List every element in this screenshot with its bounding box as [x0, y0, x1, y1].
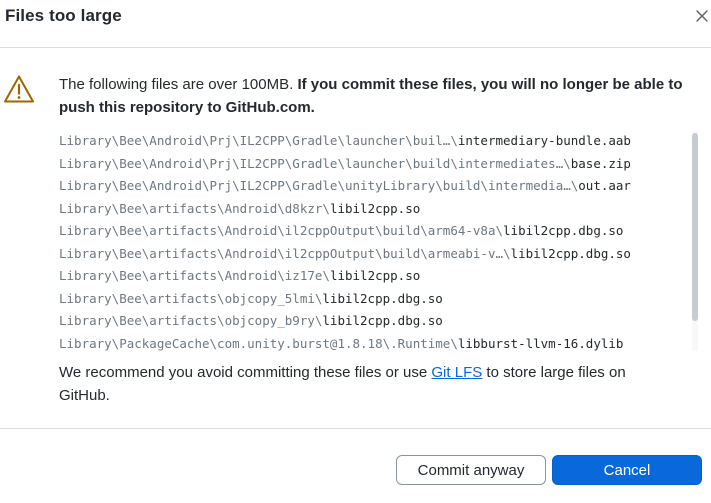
dialog-header: Files too large	[0, 0, 711, 48]
file-name: base.zip	[570, 155, 631, 171]
file-directory-path: Library\Bee\artifacts\Android\d8kzr\	[59, 200, 330, 216]
dialog-title: Files too large	[5, 6, 122, 25]
commit-anyway-button[interactable]: Commit anyway	[396, 455, 546, 485]
file-name: out.aar	[578, 178, 631, 193]
large-file-list[interactable]: Library\Bee\Android\Prj\IL2CPP\Gradle\la…	[59, 130, 699, 352]
file-directory-path: Library\Bee\Android\Prj\IL2CPP\Gradle\la…	[59, 155, 571, 171]
file-list-item: Library\Bee\Android\Prj\IL2CPP\Gradle\la…	[59, 153, 699, 176]
file-directory-path: Library\Bee\artifacts\objcopy_5lmi\	[59, 290, 323, 306]
file-directory-path: Library\Bee\artifacts\objcopy_b9ry\	[59, 313, 323, 328]
file-name: libil2cpp.so	[329, 200, 421, 216]
file-list-item: Library\Bee\artifacts\Android\il2cppOutp…	[59, 220, 699, 243]
recommendation-text: We recommend you avoid committing these …	[59, 361, 679, 407]
cancel-button[interactable]: Cancel	[552, 455, 702, 485]
file-directory-path: Library\Bee\Android\Prj\IL2CPP\Gradle\la…	[59, 133, 458, 148]
file-directory-path: Library\Bee\artifacts\Android\il2cppOutp…	[59, 223, 504, 238]
alert-triangle-icon	[3, 74, 35, 104]
close-icon[interactable]	[693, 6, 711, 26]
file-name: libil2cpp.dbg.so	[503, 223, 624, 238]
scrollbar-thumb[interactable]	[692, 133, 698, 321]
file-name: intermediary-bundle.aab	[457, 133, 631, 148]
file-directory-path: Library\Bee\Android\Prj\IL2CPP\Gradle\un…	[59, 178, 579, 193]
file-name: libil2cpp.dbg.so	[510, 245, 631, 261]
file-name: libil2cpp.dbg.so	[322, 313, 443, 328]
file-list-item: Library\Bee\artifacts\Android\iz17e\libi…	[59, 265, 699, 288]
files-too-large-dialog: Files too large The following files are …	[0, 0, 711, 503]
file-list-item: Library\Bee\Android\Prj\IL2CPP\Gradle\un…	[59, 175, 699, 198]
file-list-scrollbar[interactable]	[692, 131, 698, 351]
file-list-item: Library\Bee\artifacts\objcopy_b9ry\libil…	[59, 310, 699, 333]
file-directory-path: Library\Bee\artifacts\Android\il2cppOutp…	[59, 245, 511, 261]
git-lfs-link[interactable]: Git LFS	[431, 364, 482, 381]
intro-text: The following files are over 100MB. If y…	[59, 73, 699, 119]
recommend-before: We recommend you avoid committing these …	[59, 364, 432, 381]
file-name: libil2cpp.so	[329, 268, 421, 283]
intro-normal-text: The following files are over 100MB.	[59, 76, 298, 93]
file-directory-path: Library\PackageCache\com.unity.burst@1.8…	[59, 335, 458, 351]
file-list-item: Library\Bee\artifacts\Android\d8kzr\libi…	[59, 198, 699, 221]
file-list-item: Library\Bee\artifacts\objcopy_5lmi\libil…	[59, 288, 699, 311]
file-list-item: Library\Bee\artifacts\Android\il2cppOutp…	[59, 243, 699, 266]
file-list-item: Library\Bee\Android\Prj\IL2CPP\Gradle\la…	[59, 130, 699, 153]
file-name: libil2cpp.dbg.so	[322, 290, 443, 306]
file-name: libburst-llvm-16.dylib	[457, 335, 624, 351]
file-list-item: Library\PackageCache\com.unity.burst@1.8…	[59, 333, 699, 353]
file-directory-path: Library\Bee\artifacts\Android\iz17e\	[59, 268, 330, 283]
footer-divider	[0, 428, 711, 429]
